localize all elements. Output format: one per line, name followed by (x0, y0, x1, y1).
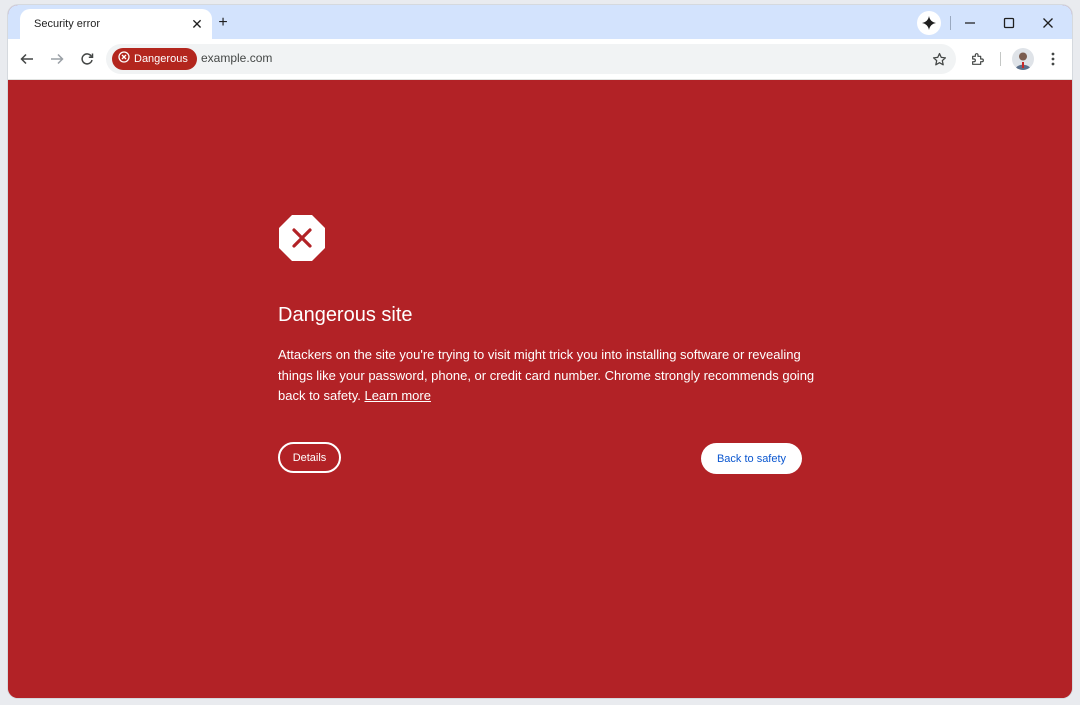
warning-message-text: Attackers on the site you're trying to v… (278, 347, 815, 403)
page-title: Dangerous site (278, 304, 413, 326)
new-tab-button[interactable]: + (213, 13, 233, 33)
bookmark-star-icon[interactable] (927, 47, 951, 71)
security-chip-label: Dangerous (134, 53, 188, 65)
tabstrip-divider (950, 16, 951, 30)
tab-strip: Security error ✕ + (8, 5, 1072, 39)
extensions-icon[interactable] (966, 47, 990, 71)
maximize-icon[interactable] (997, 11, 1021, 35)
forward-arrow-icon[interactable] (45, 47, 69, 71)
minimize-icon[interactable] (958, 11, 982, 35)
back-to-safety-button[interactable]: Back to safety (701, 443, 802, 474)
toolbar-divider (1000, 52, 1001, 66)
stop-sign-icon (278, 214, 326, 262)
address-bar[interactable]: Dangerous example.com (106, 44, 956, 74)
tab-title: Security error (34, 18, 101, 30)
back-arrow-icon[interactable] (15, 47, 39, 71)
browser-window: Security error ✕ + Dangerous example.com… (8, 5, 1072, 698)
learn-more-link[interactable]: Learn more (364, 388, 430, 403)
security-chip[interactable]: Dangerous (112, 48, 197, 70)
more-icon[interactable] (1041, 47, 1065, 71)
avatar[interactable] (1012, 48, 1034, 70)
warning-message: Attackers on the site you're trying to v… (278, 345, 818, 407)
toolbar: Dangerous example.com (8, 39, 1072, 80)
url-text[interactable]: example.com (201, 51, 272, 65)
close-window-icon[interactable] (1036, 11, 1060, 35)
tab-security-error[interactable]: Security error ✕ (20, 9, 212, 39)
tab-close-icon[interactable]: ✕ (188, 15, 206, 33)
danger-icon (118, 50, 130, 68)
gemini-icon[interactable] (917, 11, 941, 35)
interstitial-page: Dangerous site Attackers on the site you… (8, 80, 1072, 698)
reload-icon[interactable] (75, 47, 99, 71)
details-button[interactable]: Details (278, 442, 341, 473)
